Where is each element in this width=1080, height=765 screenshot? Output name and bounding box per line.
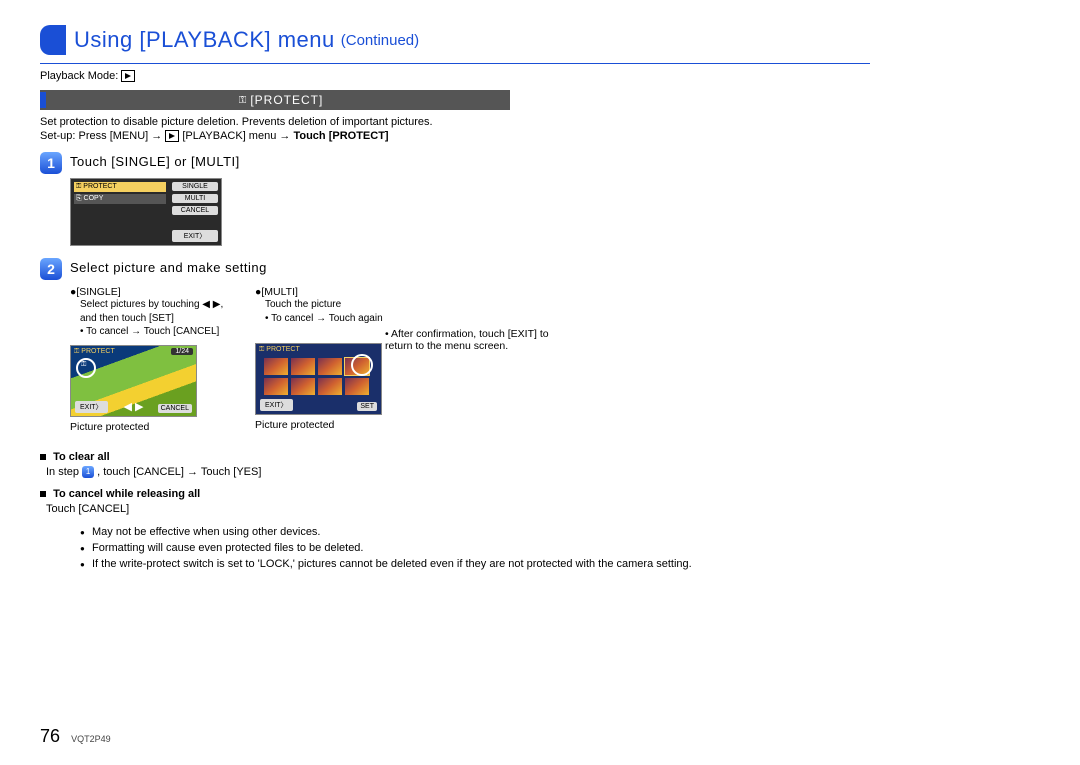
lcd-single-exit[interactable]: EXIT〉	[75, 401, 108, 413]
to-clear-heading: To clear all	[53, 451, 110, 463]
step-2-badge: 2	[40, 258, 62, 280]
clear-text-pre: In step	[46, 466, 82, 478]
lcd1-btn-multi[interactable]: MULTI	[172, 194, 218, 203]
single-caption: Picture protected	[70, 421, 255, 433]
lcd1-row-protect[interactable]: ⚿ PROTECT	[74, 182, 166, 192]
intro-text: Set protection to disable picture deleti…	[40, 116, 1040, 128]
step-1-title: Touch [SINGLE] or [MULTI]	[70, 154, 240, 169]
thumb[interactable]	[318, 358, 342, 375]
square-bullet-icon	[40, 454, 46, 460]
lock-icon: ⚿	[81, 361, 86, 369]
lcd-multi-exit[interactable]: EXIT〉	[260, 399, 293, 411]
square-bullet-icon	[40, 491, 46, 497]
title-tab	[40, 25, 66, 55]
lcd-multi-top: ⚿ PROTECT	[259, 346, 300, 354]
setup-line: Set-up: Press [MENU] → [PLAYBACK] menu →…	[40, 130, 1040, 142]
lcd1-row-copy[interactable]: ⎘ COPY	[74, 194, 166, 204]
step-1-badge: 1	[40, 152, 62, 174]
side-note: • After confirmation, touch [EXIT] to re…	[385, 328, 555, 433]
lcd-single-index: 1/24	[171, 348, 193, 355]
clear-text-post: , touch [CANCEL] → Touch [YES]	[97, 466, 261, 478]
lcd-single-cancel[interactable]: CANCEL	[158, 404, 192, 413]
note-item: Formatting will cause even protected fil…	[80, 541, 900, 557]
thumb[interactable]	[264, 378, 288, 395]
lcd1-btn-cancel[interactable]: CANCEL	[172, 206, 218, 215]
note-item: May not be effective when using other de…	[80, 525, 900, 541]
step-1-lcd: ⚿ PROTECT ⎘ COPY SINGLE MULTI CANCEL EXI…	[70, 178, 222, 246]
lcd-single: ⚿ PROTECT 1/24 ⚿ EXIT〉 ◀ ▶ CANCEL	[70, 345, 197, 417]
blue-stub	[40, 92, 46, 108]
page-title: Using [PLAYBACK] menu	[74, 27, 335, 53]
to-cancel-releasing-heading: To cancel while releasing all	[53, 488, 200, 500]
single-line2: and then touch [SET]	[80, 313, 255, 326]
page-number: 76	[40, 726, 60, 746]
single-line3: • To cancel → Touch [CANCEL]	[80, 326, 255, 339]
setup-prefix: Set-up: Press [MENU] →	[40, 130, 165, 142]
play-icon	[165, 130, 179, 142]
play-icon	[121, 70, 135, 82]
playback-mode-line: Playback Mode:	[40, 70, 1040, 82]
page-title-continued: (Continued)	[341, 32, 419, 49]
thumb[interactable]	[264, 358, 288, 375]
thumb[interactable]	[345, 378, 369, 395]
nav-arrows-icon[interactable]: ◀ ▶	[124, 400, 144, 413]
lcd-multi-set[interactable]: SET	[357, 402, 377, 411]
multi-line2: • To cancel → Touch again	[265, 313, 385, 326]
note-item: If the write-protect switch is set to 'L…	[80, 557, 900, 573]
footer: 76 VQT2P49	[40, 726, 111, 747]
section-protect-bar: ⚿ [PROTECT]	[40, 90, 510, 110]
section-protect-label: [PROTECT]	[250, 93, 323, 107]
thumb[interactable]	[291, 358, 315, 375]
lcd1-btn-single[interactable]: SINGLE	[172, 182, 218, 191]
playback-mode-label: Playback Mode:	[40, 70, 118, 82]
step-mini-badge: 1	[82, 466, 94, 478]
lcd-single-top: ⚿ PROTECT	[74, 348, 115, 356]
doc-id: VQT2P49	[71, 734, 111, 744]
lcd-multi: ⚿ PROTECT EXIT〉 SET	[255, 343, 382, 415]
single-line1: Select pictures by touching ◀ ▶,	[80, 299, 255, 312]
lcd1-btn-exit[interactable]: EXIT〉	[172, 230, 218, 242]
setup-suffix: Touch [PROTECT]	[293, 130, 388, 142]
title-rule	[40, 63, 870, 64]
setup-mid: [PLAYBACK] menu →	[182, 130, 293, 142]
single-label: ●[SINGLE]	[70, 286, 255, 298]
multi-label: ●[MULTI]	[255, 286, 385, 298]
thumb[interactable]	[291, 378, 315, 395]
key-icon: ⚿	[239, 95, 247, 106]
multi-caption: Picture protected	[255, 419, 385, 431]
cancel-rel-text: Touch [CANCEL]	[46, 503, 1040, 515]
multi-line1: Touch the picture	[265, 299, 385, 312]
thumb[interactable]	[318, 378, 342, 395]
step-2-title: Select picture and make setting	[70, 260, 267, 275]
notes-list: May not be effective when using other de…	[40, 525, 900, 573]
